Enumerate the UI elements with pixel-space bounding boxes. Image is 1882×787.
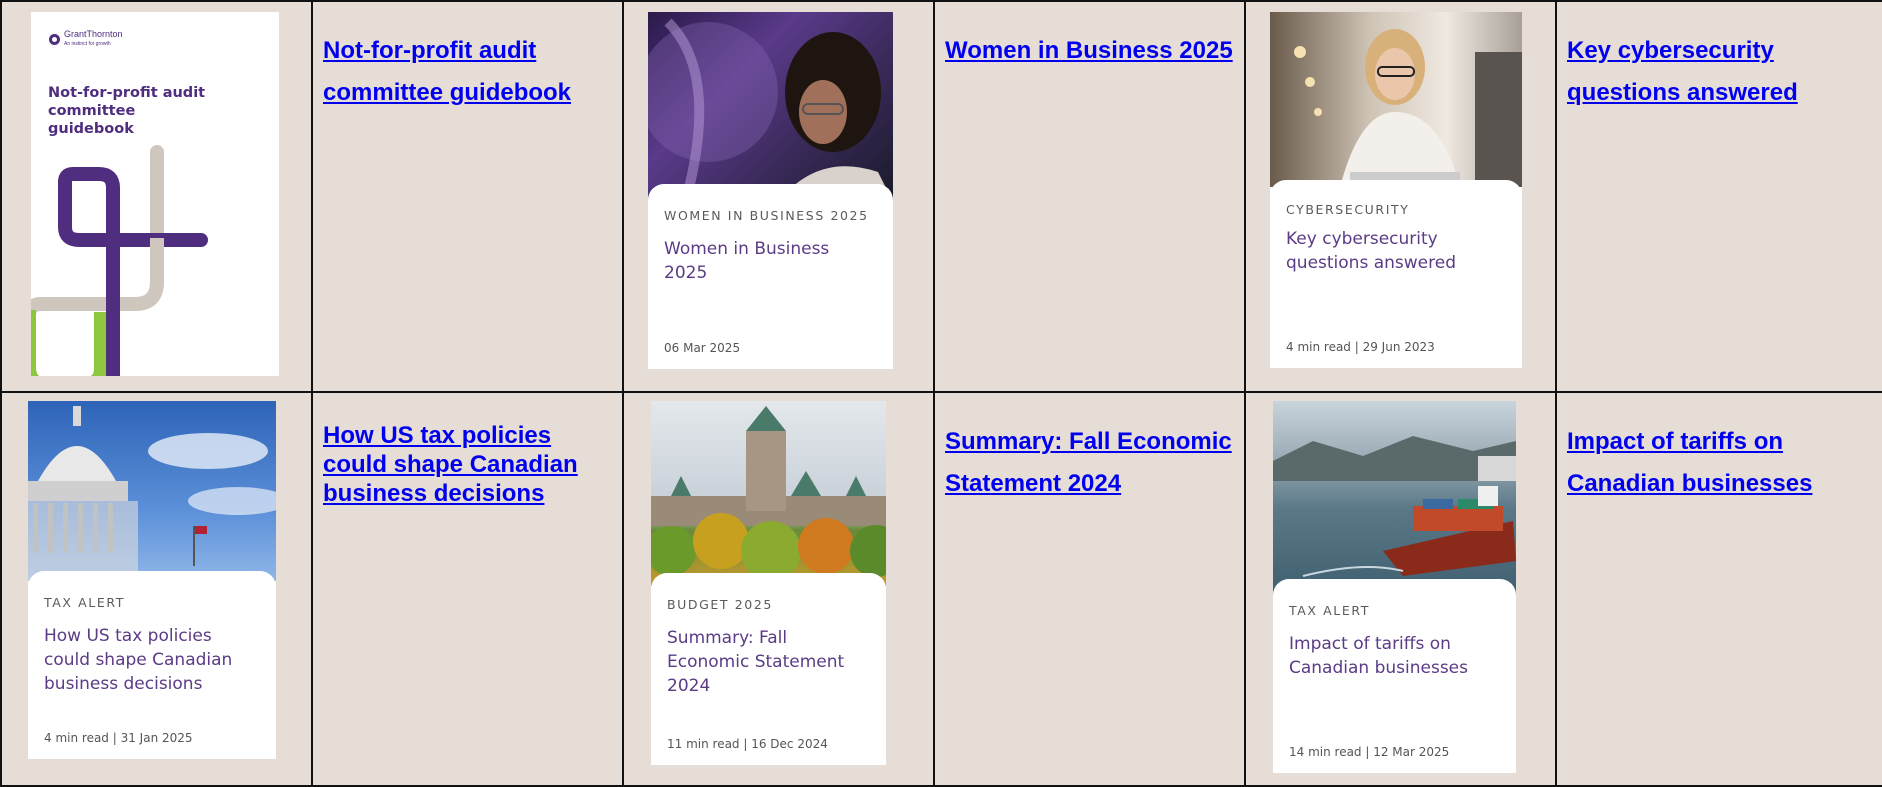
card-title: How US tax policies could shape Canadian… <box>44 626 233 694</box>
article-link-us-tax-policies[interactable]: How US tax policies could shape Canadian… <box>323 422 578 507</box>
link-cell: Summary: Fall Economic Statement 2024 <box>933 391 1246 787</box>
guidebook-cover[interactable]: GrantThornton An instinct for growth Not… <box>31 12 279 376</box>
article-card[interactable]: TAX ALERT How US tax policies could shap… <box>28 401 276 759</box>
card-cell: WOMEN IN BUSINESS 2025 Women in Business… <box>622 0 935 393</box>
article-card[interactable]: BUDGET 2025 Summary: Fall Economic State… <box>651 401 886 765</box>
card-image <box>1273 401 1516 596</box>
card-meta: 11 min read | 16 Dec 2024 <box>667 737 828 751</box>
article-card[interactable]: TAX ALERT Impact of tariffs on Canadian … <box>1273 401 1516 773</box>
card-eyebrow: CYBERSECURITY <box>1286 202 1410 217</box>
card-image <box>651 401 886 586</box>
card-title: Women in Business 2025 <box>664 239 830 283</box>
article-link-tariffs-impact[interactable]: Impact of tariffs on Canadian businesses <box>1567 428 1812 497</box>
link-cell: How US tax policies could shape Canadian… <box>311 391 624 787</box>
woman-scientist-image <box>648 18 893 202</box>
article-link-audit-guidebook[interactable]: Not-for-profit audit committee guidebook <box>323 37 571 106</box>
card-image <box>648 12 893 202</box>
parliament-building-image <box>651 406 886 581</box>
article-link-fall-economic-statement[interactable]: Summary: Fall Economic Statement 2024 <box>945 428 1232 497</box>
link-cell: Key cybersecurity questions answered <box>1555 0 1882 393</box>
link-cell: Not-for-profit audit committee guidebook <box>311 0 624 393</box>
grid-row: GrantThornton An instinct for growth Not… <box>0 0 1882 393</box>
card-meta: 4 min read | 31 Jan 2025 <box>44 731 193 745</box>
card-meta: 4 min read | 29 Jun 2023 <box>1286 340 1435 354</box>
card-title: Key cybersecurity questions answered <box>1286 229 1456 273</box>
woman-laptop-image <box>1294 29 1522 187</box>
link-cell: Impact of tariffs on Canadian businesses <box>1555 391 1882 787</box>
card-cell: TAX ALERT How US tax policies could shap… <box>0 391 313 787</box>
ribbon-graphic <box>31 145 208 376</box>
card-meta: 14 min read | 12 Mar 2025 <box>1289 745 1450 759</box>
grid-row: TAX ALERT How US tax policies could shap… <box>0 391 1882 787</box>
card-image <box>28 401 276 581</box>
card-meta: 06 Mar 2025 <box>664 341 741 355</box>
card-cell: CYBERSECURITY Key cybersecurity question… <box>1244 0 1557 393</box>
card-cell: BUDGET 2025 Summary: Fall Economic State… <box>622 391 935 787</box>
article-card[interactable]: WOMEN IN BUSINESS 2025 Women in Business… <box>648 12 893 369</box>
card-title: Summary: Fall Economic Statement 2024 <box>667 628 845 696</box>
cargo-ship-image <box>1273 436 1516 577</box>
articles-grid: GrantThornton An instinct for growth Not… <box>0 0 1882 787</box>
cover-cell: GrantThornton An instinct for growth Not… <box>0 0 313 393</box>
card-cell: TAX ALERT Impact of tariffs on Canadian … <box>1244 391 1557 787</box>
article-link-cybersecurity[interactable]: Key cybersecurity questions answered <box>1567 37 1798 106</box>
article-card[interactable]: CYBERSECURITY Key cybersecurity question… <box>1270 12 1522 368</box>
card-eyebrow: WOMEN IN BUSINESS 2025 <box>664 208 869 223</box>
card-eyebrow: TAX ALERT <box>1289 603 1370 618</box>
capitol-building-image <box>28 406 276 581</box>
link-cell: Women in Business 2025 <box>933 0 1246 393</box>
card-eyebrow: TAX ALERT <box>44 595 125 610</box>
card-body: TAX ALERT Impact of tariffs on Canadian … <box>1273 579 1516 773</box>
card-title: Impact of tariffs on Canadian businesses <box>1289 634 1468 678</box>
card-eyebrow: BUDGET 2025 <box>667 597 773 612</box>
article-link-women-in-business[interactable]: Women in Business 2025 <box>945 37 1233 64</box>
card-image <box>1270 12 1522 187</box>
